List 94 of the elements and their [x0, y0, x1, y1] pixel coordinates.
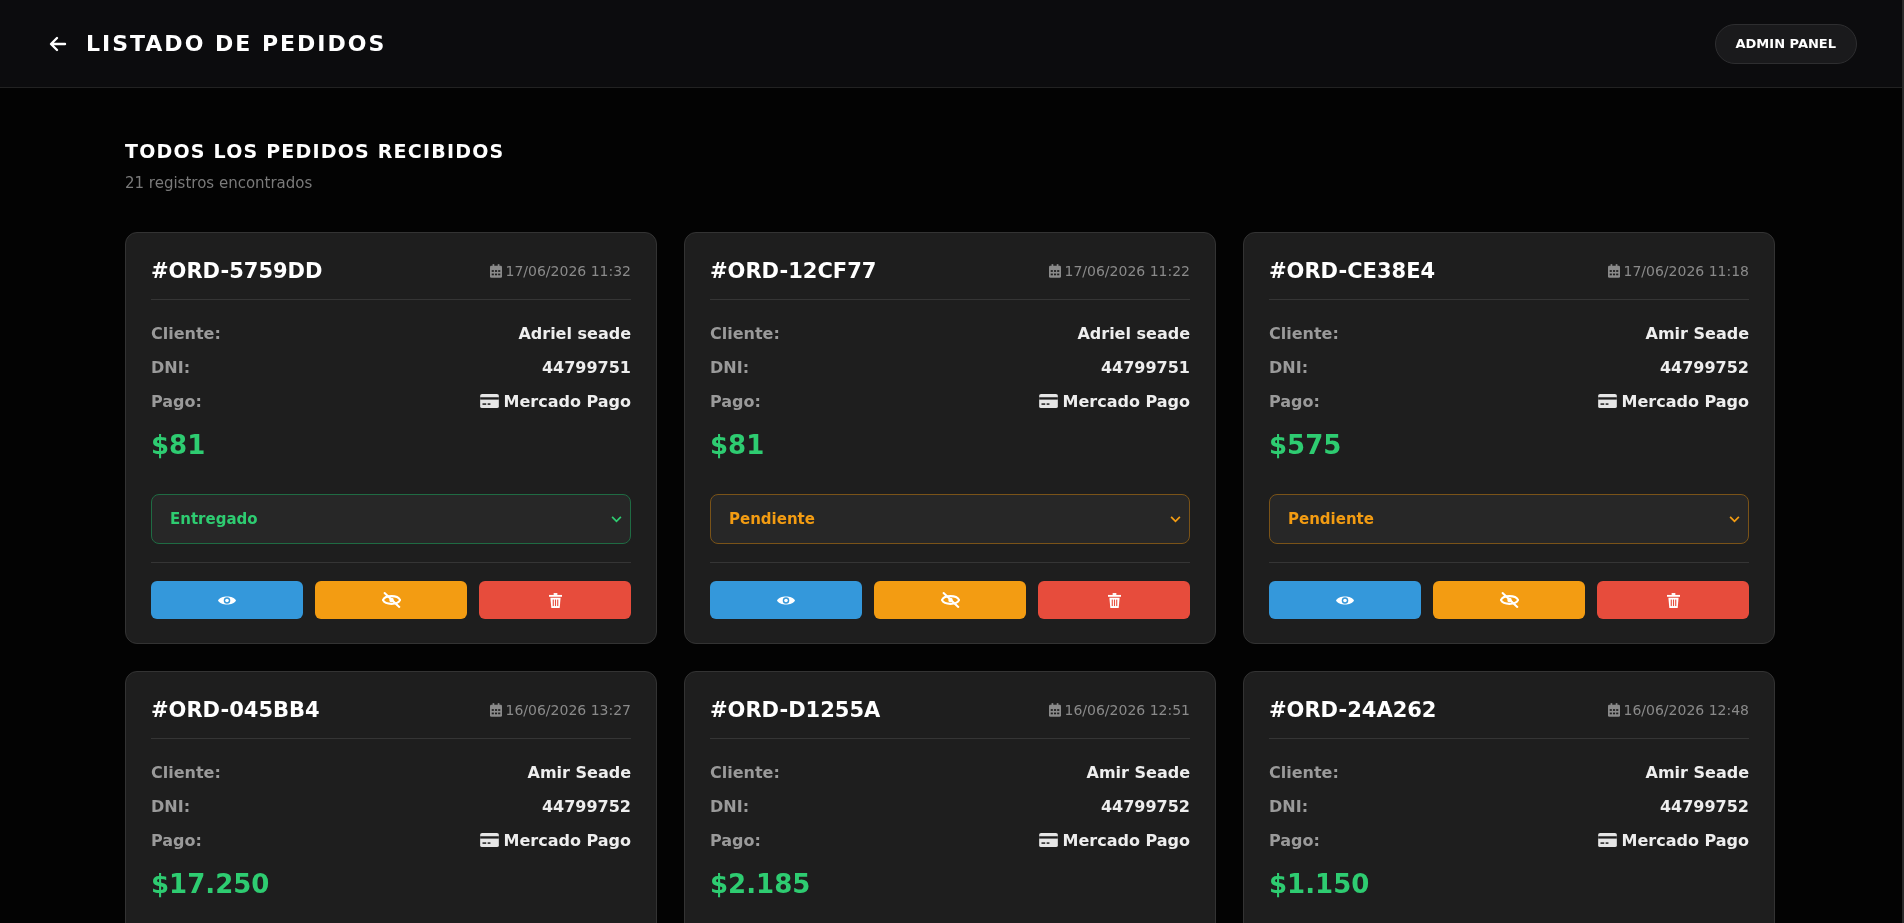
- page-title: LISTADO DE PEDIDOS: [86, 31, 387, 56]
- dni-value: 44799752: [541, 796, 631, 816]
- field-label: DNI:: [710, 357, 750, 377]
- field-label: DNI:: [1269, 796, 1309, 816]
- eye-slash-icon: [940, 592, 960, 608]
- calendar-icon: [489, 703, 502, 717]
- status-select[interactable]: Pendiente: [1269, 494, 1749, 544]
- hide-button[interactable]: [315, 581, 467, 619]
- dni-value: 44799752: [1659, 357, 1749, 377]
- payment-method: Mercado Pago: [503, 830, 631, 850]
- dni-value: 44799751: [1100, 357, 1190, 377]
- field-label: Cliente:: [151, 323, 221, 343]
- trash-icon: [548, 592, 562, 608]
- payment-method: Mercado Pago: [503, 391, 631, 411]
- delete-button[interactable]: [1038, 581, 1190, 619]
- hide-button[interactable]: [874, 581, 1026, 619]
- field-label: Pago:: [1269, 830, 1320, 850]
- field-label: DNI:: [151, 357, 191, 377]
- order-id: #ORD-24A262: [1269, 698, 1437, 722]
- chevron-down-icon: [611, 515, 622, 523]
- order-total: $81: [710, 430, 766, 460]
- order-total: $575: [1269, 430, 1343, 460]
- view-button[interactable]: [1269, 581, 1421, 619]
- order-date: 17/06/2026 11:32: [505, 263, 631, 279]
- credit-card-icon: [1038, 833, 1058, 847]
- field-label: DNI:: [151, 796, 191, 816]
- order-date: 16/06/2026 13:27: [505, 702, 631, 718]
- field-label: Pago:: [151, 830, 202, 850]
- dni-value: 44799752: [1659, 796, 1749, 816]
- delete-button[interactable]: [1597, 581, 1749, 619]
- calendar-icon: [1607, 703, 1620, 717]
- order-date: 16/06/2026 12:51: [1064, 702, 1190, 718]
- order-total: $81: [151, 430, 207, 460]
- order-date: 16/06/2026 12:48: [1623, 702, 1749, 718]
- order-id: #ORD-12CF77: [710, 259, 877, 283]
- credit-card-icon: [1597, 394, 1617, 408]
- credit-card-icon: [1038, 394, 1058, 408]
- order-total: $17.250: [151, 869, 271, 899]
- field-label: Pago:: [151, 391, 202, 411]
- order-date: 17/06/2026 11:18: [1623, 263, 1749, 279]
- chevron-down-icon: [1729, 515, 1740, 523]
- field-label: Pago:: [710, 391, 761, 411]
- calendar-icon: [1607, 264, 1620, 278]
- field-label: DNI:: [710, 796, 750, 816]
- dni-value: 44799752: [1100, 796, 1190, 816]
- order-id: #ORD-045BB4: [151, 698, 320, 722]
- status-select[interactable]: Entregado: [151, 494, 631, 544]
- payment-method: Mercado Pago: [1062, 391, 1190, 411]
- admin-panel-button[interactable]: ADMIN PANEL: [1714, 23, 1857, 64]
- credit-card-icon: [479, 833, 499, 847]
- record-count: 21 registros encontrados: [125, 174, 314, 192]
- field-label: Pago:: [1269, 391, 1320, 411]
- client-name: Amir Seade: [1086, 762, 1190, 782]
- dni-value: 44799751: [541, 357, 631, 377]
- client-name: Amir Seade: [1645, 762, 1749, 782]
- credit-card-icon: [1597, 833, 1617, 847]
- chevron-down-icon: [1170, 515, 1181, 523]
- field-label: Cliente:: [1269, 762, 1339, 782]
- eye-icon: [777, 593, 795, 607]
- field-label: Cliente:: [710, 762, 780, 782]
- payment-method: Mercado Pago: [1062, 830, 1190, 850]
- order-id: #ORD-CE38E4: [1269, 259, 1436, 283]
- field-label: Pago:: [710, 830, 761, 850]
- order-total: $2.185: [710, 869, 812, 899]
- delete-button[interactable]: [479, 581, 631, 619]
- order-id: #ORD-D1255A: [710, 698, 881, 722]
- eye-slash-icon: [381, 592, 401, 608]
- field-label: Cliente:: [710, 323, 780, 343]
- field-label: DNI:: [1269, 357, 1309, 377]
- order-total: $1.150: [1269, 869, 1371, 899]
- hide-button[interactable]: [1433, 581, 1585, 619]
- payment-method: Mercado Pago: [1621, 830, 1749, 850]
- view-button[interactable]: [151, 581, 303, 619]
- order-date: 17/06/2026 11:22: [1064, 263, 1190, 279]
- eye-slash-icon: [1499, 592, 1519, 608]
- client-name: Adriel seade: [1077, 323, 1190, 343]
- eye-icon: [1336, 593, 1354, 607]
- client-name: Amir Seade: [527, 762, 631, 782]
- field-label: Cliente:: [1269, 323, 1339, 343]
- payment-method: Mercado Pago: [1621, 391, 1749, 411]
- field-label: Cliente:: [151, 762, 221, 782]
- section-title: TODOS LOS PEDIDOS RECIBIDOS: [125, 140, 506, 162]
- calendar-icon: [1048, 703, 1061, 717]
- eye-icon: [218, 593, 236, 607]
- credit-card-icon: [479, 394, 499, 408]
- status-select[interactable]: Pendiente: [710, 494, 1190, 544]
- calendar-icon: [489, 264, 502, 278]
- client-name: Adriel seade: [518, 323, 631, 343]
- trash-icon: [1666, 592, 1680, 608]
- order-id: #ORD-5759DD: [151, 259, 323, 283]
- view-button[interactable]: [710, 581, 862, 619]
- client-name: Amir Seade: [1645, 323, 1749, 343]
- calendar-icon: [1048, 264, 1061, 278]
- trash-icon: [1107, 592, 1121, 608]
